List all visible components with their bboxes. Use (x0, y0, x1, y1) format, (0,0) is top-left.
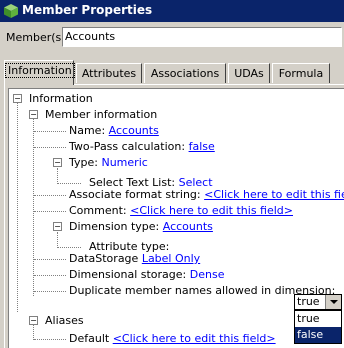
tab-udas-label: UDAs (234, 67, 264, 80)
member-field[interactable]: Accounts (62, 27, 342, 47)
window-title: Member Properties (22, 3, 153, 17)
tab-attributes[interactable]: Attributes (76, 63, 142, 83)
tab-attributes-label: Attributes (81, 67, 137, 80)
duplicate-names-dropdown[interactable]: true false (294, 310, 342, 344)
tab-information[interactable]: Information (4, 60, 75, 85)
tab-udas[interactable]: UDAs (228, 63, 270, 83)
dropdown-option-false[interactable]: false (295, 327, 341, 343)
tab-panel (4, 84, 344, 348)
cube-app-icon (4, 4, 18, 18)
tab-associations[interactable]: Associations (144, 63, 226, 83)
dropdown-option-true[interactable]: true (295, 311, 341, 327)
member-label: Member(s): (6, 31, 70, 44)
title-bar: Member Properties (0, 0, 344, 22)
tab-formula-label: Formula (278, 67, 324, 80)
tab-information-label: Information (5, 63, 75, 78)
tab-formula[interactable]: Formula (272, 63, 330, 83)
tab-associations-label: Associations (150, 67, 220, 80)
